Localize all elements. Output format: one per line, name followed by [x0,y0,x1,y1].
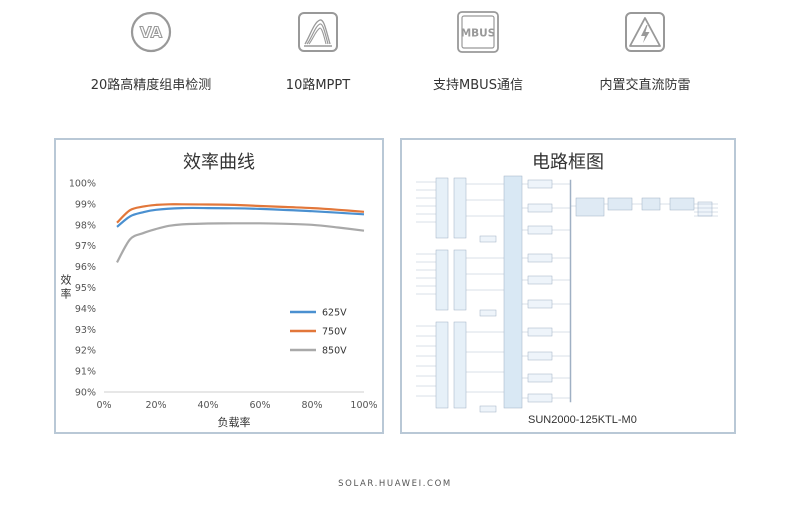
lightning-icon [625,12,665,52]
feature-mppt: 10路MPPT [238,8,398,93]
y-axis-label: 率 [61,287,72,301]
x-tick-label: 20% [145,400,166,411]
x-tick-label: 100% [350,400,377,411]
y-tick-label: 96% [75,262,96,273]
y-tick-label: 99% [75,199,96,210]
x-tick-label: 40% [197,400,218,411]
y-tick-label: 95% [75,283,96,294]
x-axis-label: 负载率 [218,415,251,429]
efficiency-chart: 90% 91% 92% 93% 94% 95% 96% 97% 98% 99% 100% 0% 20% 4… [61,179,378,430]
feature-label: 10路MPPT [285,78,351,93]
y-tick-label: 100% [69,179,96,190]
feature-label: 支持MBUS通信 [433,78,523,93]
y-axis-label: 效 [61,273,72,287]
model-name: SUN2000-125KTL-M0 [528,414,637,426]
va-icon-text: VA [140,24,163,42]
feature-row: VA 20路高精度组串检测 10路MPPT MBUS 支持MBUS通信 内置交直… [0,0,790,100]
mbus-icon: MBUS [457,11,499,53]
y-tick-label: 97% [75,241,96,252]
legend-label: 625V [322,308,347,319]
feature-label: 20路高精度组串检测 [90,78,212,93]
y-tick-label: 94% [75,304,96,315]
circuit-diagram-panel: 电路框图 SUN2000-125KTL-M0 [400,138,736,434]
curve-icon [298,12,338,52]
y-tick-label: 91% [75,367,96,378]
x-tick-label: 60% [249,400,270,411]
feature-lightning: 内置交直流防雷 [565,8,725,93]
mbus-icon-text: MBUS [461,28,496,40]
footer-url: SOLAR.HUAWEI.COM [338,479,452,489]
feature-mbus: MBUS 支持MBUS通信 [398,8,558,93]
series-line-850V [116,222,365,263]
legend-label: 850V [322,346,347,357]
x-tick-label: 0% [96,400,111,411]
series-line-750V [116,203,365,224]
y-tick-label: 90% [75,388,96,399]
y-tick-label: 92% [75,346,96,357]
feature-label: 内置交直流防雷 [599,78,691,93]
efficiency-chart-panel: 效率曲线 90% 91% 92% 93% 94% 95% 96% 97% 98% 99% 100% 0… [54,138,384,434]
legend-label: 750V [322,327,347,338]
y-tick-label: 98% [75,220,96,231]
circuit-diagram [416,175,718,413]
x-tick-label: 80% [301,400,322,411]
y-tick-label: 93% [75,325,96,336]
feature-string-detection: VA 20路高精度组串检测 [71,8,231,93]
va-icon: VA [130,11,172,53]
